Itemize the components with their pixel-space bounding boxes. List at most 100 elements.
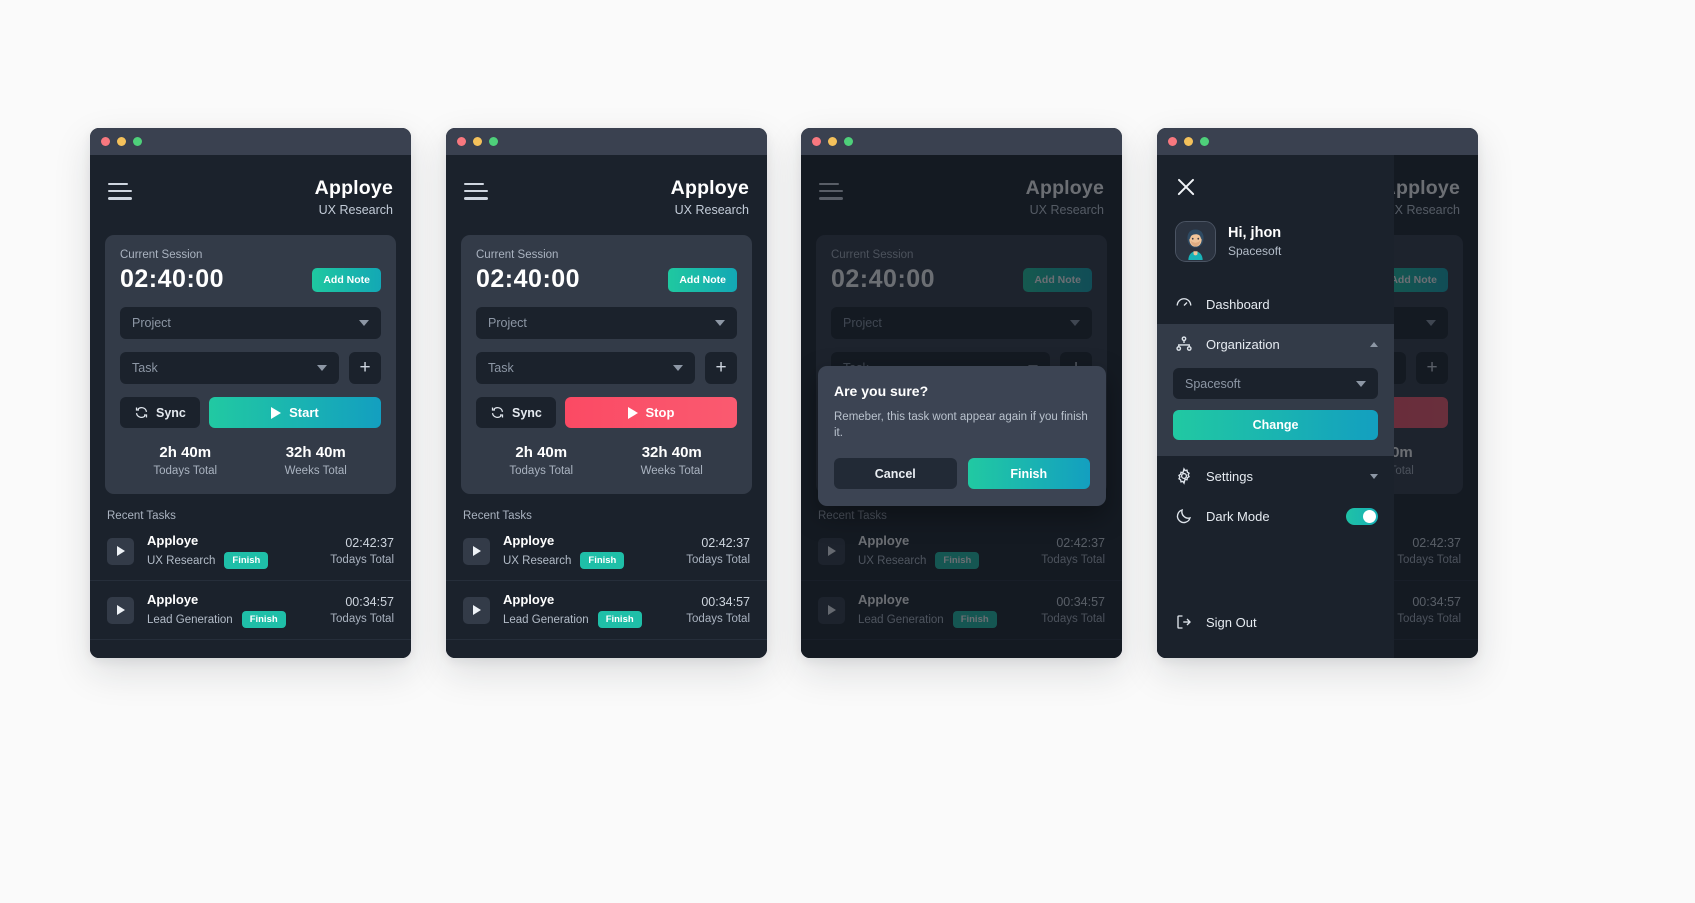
sync-button[interactable]: Sync [120, 397, 200, 428]
task-row-item[interactable]: Apploye Lead Generation Finish 00:34:57 … [90, 581, 411, 640]
play-button[interactable] [818, 596, 845, 624]
maximize-traffic-light[interactable] [1200, 137, 1209, 146]
recent-tasks-title: Recent Tasks [463, 510, 532, 522]
stop-button[interactable]: Stop [564, 397, 737, 428]
menu-icon[interactable] [819, 177, 843, 205]
finish-button[interactable]: Finish [967, 458, 1090, 490]
play-icon [472, 546, 481, 556]
organization-select[interactable]: Spacesoft [1173, 368, 1378, 399]
drawer-menu: Dashboard Organization Spacesoft Change … [1157, 284, 1394, 536]
menu-item-organization[interactable]: Organization [1157, 324, 1394, 364]
task-row-item[interactable]: Apploye Lead Generation Finish 00:34:57 … [446, 581, 767, 640]
play-icon [116, 605, 125, 615]
menu-item-dashboard[interactable]: Dashboard [1157, 284, 1394, 324]
task-row-item[interactable]: Apploye UX Research Finish 02:42:37 Toda… [446, 522, 767, 581]
task-select[interactable]: Task [120, 352, 339, 384]
menu-label: Dark Mode [1206, 508, 1270, 524]
close-icon[interactable] [1175, 176, 1197, 198]
moon-icon [1176, 509, 1191, 524]
close-traffic-light[interactable] [812, 137, 821, 146]
chevron-down-icon [1070, 320, 1080, 326]
app-header: Apploye UX Research [801, 155, 1122, 217]
window-timer-running: Apploye UX Research Current Session 02:4… [446, 128, 767, 658]
maximize-traffic-light[interactable] [133, 137, 142, 146]
add-task-button[interactable]: + [705, 352, 737, 384]
task-subtitle: UX Research Finish [147, 552, 330, 569]
add-note-button[interactable]: Add Note [1023, 267, 1092, 292]
close-traffic-light[interactable] [101, 137, 110, 146]
app-header: Apploye UX Research [446, 155, 767, 217]
brand-title: Apploye [314, 177, 393, 199]
project-select[interactable]: Project [831, 307, 1092, 339]
profile[interactable]: Hi, jhon Spacesoft [1157, 198, 1394, 262]
stop-label: Stop [645, 405, 675, 420]
recent-tasks-title: Recent Tasks [818, 510, 887, 522]
app-body: Apploye UX Research Current Session 02:4… [446, 155, 767, 658]
sign-out-icon [1177, 615, 1191, 629]
change-organization-button[interactable]: Change [1173, 410, 1378, 440]
total-week: 32h 40m Weeks Total [251, 444, 382, 477]
project-select[interactable]: Project [476, 307, 737, 339]
task-subtitle: UX Research Finish [503, 552, 686, 569]
play-icon [116, 546, 125, 556]
close-traffic-light[interactable] [1168, 137, 1177, 146]
menu-icon[interactable] [108, 177, 132, 205]
close-traffic-light[interactable] [457, 137, 466, 146]
finish-chip[interactable]: Finish [241, 611, 286, 628]
minimize-traffic-light[interactable] [117, 137, 126, 146]
menu-item-sign-out[interactable]: Sign Out [1157, 602, 1394, 642]
task-row-item[interactable]: Apploye Lead Generation Finish 00:34:57 … [801, 581, 1122, 640]
minimize-traffic-light[interactable] [1184, 137, 1193, 146]
task-meta: Apploye UX Research Finish [858, 533, 1041, 569]
sync-label: Sync [156, 405, 186, 420]
task-title: Apploye [147, 533, 199, 548]
dialog-title: Are you sure? [834, 383, 929, 399]
maximize-traffic-light[interactable] [844, 137, 853, 146]
play-button[interactable] [463, 596, 490, 624]
app-body: Apploye UX Research Current Session 02:4… [1157, 155, 1478, 658]
dark-mode-toggle[interactable] [1346, 507, 1378, 525]
cancel-button[interactable]: Cancel [834, 458, 957, 490]
play-button[interactable] [107, 537, 134, 565]
add-note-button[interactable]: Add Note [312, 267, 381, 292]
task-row-item[interactable]: Apploye UX Research Finish 02:42:37 Toda… [801, 522, 1122, 581]
finish-chip[interactable]: Finish [597, 611, 642, 628]
play-button[interactable] [463, 537, 490, 565]
play-button[interactable] [818, 537, 845, 565]
add-task-button[interactable]: + [349, 352, 381, 384]
dialog-actions: Cancel Finish [834, 458, 1090, 490]
finish-chip[interactable]: Finish [952, 611, 997, 628]
start-button[interactable]: Start [208, 397, 381, 428]
minimize-traffic-light[interactable] [473, 137, 482, 146]
task-row-item[interactable]: Apploye UX Research Finish 02:42:37 Toda… [90, 522, 411, 581]
add-note-button[interactable]: Add Note [668, 267, 737, 292]
chevron-down-icon [1356, 380, 1366, 387]
finish-chip[interactable]: Finish [224, 552, 269, 569]
task-select[interactable]: Task [476, 352, 695, 384]
menu-item-settings[interactable]: Settings [1157, 456, 1394, 496]
finish-chip[interactable]: Finish [935, 552, 980, 569]
session-label: Current Session [476, 249, 559, 261]
app-body: Apploye UX Research Current Session 02:4… [801, 155, 1122, 658]
sync-label: Sync [512, 405, 542, 420]
task-select-value: Task [132, 361, 158, 375]
chevron-down-icon [1370, 473, 1378, 479]
sync-icon [135, 407, 148, 418]
task-project: Lead Generation [147, 613, 233, 626]
minimize-traffic-light[interactable] [828, 137, 837, 146]
menu-item-dark-mode[interactable]: Dark Mode [1157, 496, 1394, 536]
project-select[interactable]: Project [120, 307, 381, 339]
play-button[interactable] [107, 596, 134, 624]
finish-chip[interactable]: Finish [580, 552, 625, 569]
side-drawer: Hi, jhon Spacesoft Dashboard Organizatio… [1157, 155, 1394, 658]
menu-icon[interactable] [464, 177, 488, 205]
chevron-down-icon [359, 320, 369, 326]
title-bar [801, 128, 1122, 155]
task-time: 02:42:37 [345, 536, 394, 550]
add-task-button[interactable]: + [1416, 352, 1448, 384]
maximize-traffic-light[interactable] [489, 137, 498, 146]
sync-button[interactable]: Sync [476, 397, 556, 428]
totals: 2h 40m Todays Total 32h 40m Weeks Total [120, 444, 381, 477]
organization-select-value: Spacesoft [1185, 376, 1241, 391]
menu-label: Organization [1206, 336, 1280, 352]
